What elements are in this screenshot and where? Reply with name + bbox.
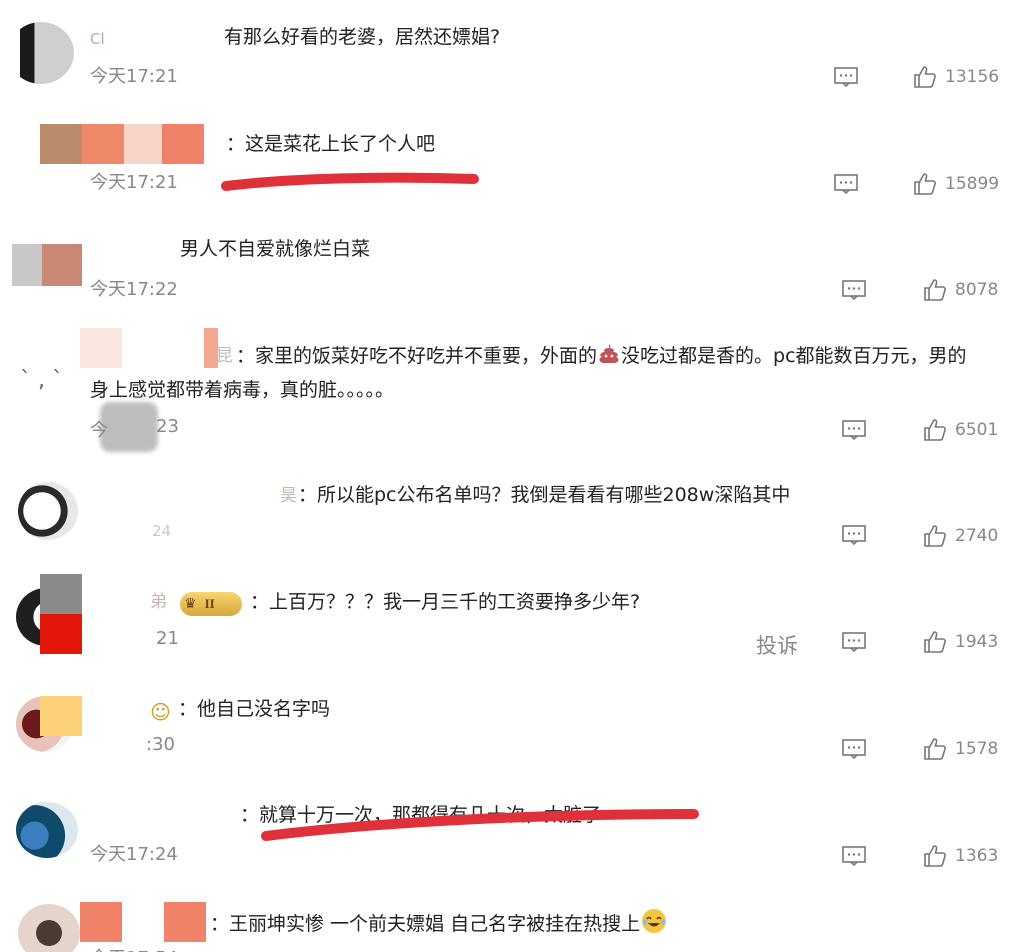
timestamp: 今天17:21 — [90, 66, 178, 87]
thumbs-up-icon — [924, 845, 946, 867]
avatar[interactable] — [18, 904, 80, 952]
like-count: 8078 — [955, 280, 999, 300]
timestamp: 24 — [152, 522, 172, 540]
thumbs-up-icon — [914, 66, 936, 88]
comment-row: 男人不自爱就像烂白菜 今天17:22 8078 — [0, 214, 1028, 320]
timestamp: 今天17:54 — [90, 944, 178, 952]
like-button[interactable]: 15899 — [913, 172, 999, 196]
commenter-name[interactable]: 昆 — [216, 343, 233, 369]
thumbs-up-icon — [924, 738, 946, 760]
comment-text-part: ：家里的饭菜好吃不好吃并不重要，外面的 — [236, 345, 598, 367]
red-annotation-stroke — [221, 172, 479, 191]
reply-icon[interactable] — [834, 174, 858, 194]
like-button[interactable]: 1943 — [923, 630, 998, 654]
comment-text: ：王丽坤实惨 一个前夫嫖娼 自己名字被挂在热搜上 — [210, 908, 668, 941]
timestamp: 今天17:24 — [90, 844, 178, 865]
reply-icon[interactable] — [842, 280, 866, 300]
like-button[interactable]: 6501 — [923, 418, 998, 442]
comment-row: ☺ ：他自己没名字吗 :30 1578 — [0, 676, 1028, 784]
thumbs-up-icon — [914, 173, 936, 195]
avatar-mosaic — [40, 696, 82, 736]
comment-row: 昊 ：所以能pc公布名单吗？我倒是看看有哪些208w深陷其中 24 2740 — [0, 460, 1028, 568]
reply-icon[interactable] — [842, 420, 866, 440]
avatar[interactable] — [18, 482, 78, 540]
comment-text-part: ：王丽坤实惨 一个前夫嫖娼 自己名字被挂在热搜上 — [210, 913, 641, 935]
comment-text: 有那么好看的老婆，居然还嫖娼? — [224, 26, 501, 48]
avatar[interactable] — [8, 22, 74, 84]
timestamp: 今天17:21 — [90, 172, 178, 193]
comment-text-line2: 身上感觉都带着病毒，真的脏。。。。。 — [90, 379, 395, 401]
laughing-emoji-icon — [640, 908, 668, 941]
avatar-blur — [100, 402, 158, 452]
comment-text: ：这是菜花上长了个人吧 — [226, 133, 436, 155]
reply-icon[interactable] — [842, 846, 866, 866]
like-count: 1578 — [955, 739, 999, 759]
timestamp-suffix: 23 — [156, 416, 179, 437]
avatar-mosaic — [40, 574, 82, 654]
reply-icon[interactable] — [842, 525, 866, 545]
like-count: 15899 — [945, 174, 1000, 194]
comment-text-part: 没吃过都是香的。pc都能数百万元，男的 — [621, 345, 967, 367]
like-button[interactable]: 8078 — [923, 278, 998, 302]
commenter-name[interactable]: 弟 — [150, 589, 167, 615]
timestamp: 今天17:22 — [90, 279, 178, 300]
thumbs-up-icon — [924, 525, 946, 547]
thumbs-up-icon — [924, 419, 946, 441]
timestamp: 今 — [90, 420, 108, 441]
like-button[interactable]: 13156 — [913, 65, 999, 89]
comment-text: ：他自己没名字吗 — [178, 698, 331, 720]
like-count: 13156 — [945, 67, 1000, 87]
comment-row: 弟 ♛ II ：上百万？？？我一月三千的工资要挣多少年? 21 投诉 1943 — [0, 568, 1028, 676]
level-badge-text: II — [204, 596, 215, 611]
timestamp: :30 — [146, 734, 175, 755]
avatar[interactable] — [12, 244, 82, 286]
like-count: 1943 — [955, 632, 999, 652]
timestamp: 21 — [156, 628, 179, 649]
report-button[interactable]: 投诉 — [756, 630, 798, 660]
thumbs-up-icon — [924, 279, 946, 301]
avatar[interactable] — [80, 328, 218, 368]
like-count: 6501 — [955, 420, 999, 440]
commenter-name[interactable]: 昊 — [280, 483, 297, 509]
comment-row: ：王丽坤实惨 一个前夫嫖娼 自己名字被挂在热搜上 今天17:54 — [0, 892, 1028, 952]
avatar-fragment: ` , ` — [20, 368, 63, 393]
comment-text: ：上百万？？？我一月三千的工资要挣多少年? — [250, 591, 641, 613]
poop-emoji-icon — [597, 342, 621, 371]
avatar-mosaic — [80, 902, 206, 942]
comment-text: ：所以能pc公布名单吗？我倒是看看有哪些208w深陷其中 — [298, 484, 791, 506]
user-badge-icon: ☺ — [150, 700, 171, 724]
like-button[interactable]: 1363 — [923, 844, 998, 868]
comment-text: 男人不自爱就像烂白菜 — [180, 238, 371, 260]
red-annotation-stroke — [261, 809, 699, 841]
reply-icon[interactable] — [842, 632, 866, 652]
avatar[interactable] — [16, 802, 78, 858]
comment-row: ：就算十万一次，那都得有几十次，太脏了 今天17:24 1363 — [0, 784, 1028, 892]
comment-row: ：这是菜花上长了个人吧 今天17:21 15899 — [0, 106, 1028, 214]
comment-text: ：家里的饭菜好吃不好吃并不重要，外面的 没吃过都是香的。pc都能数百万元，男的 — [236, 342, 967, 371]
reply-icon[interactable] — [842, 739, 866, 759]
reply-icon[interactable] — [834, 67, 858, 87]
level-badge: ♛ II — [180, 592, 242, 616]
thumbs-up-icon — [924, 631, 946, 653]
comment-row: Cl 有那么好看的老婆，居然还嫖娼? 今天17:21 13156 — [0, 0, 1028, 106]
commenter-name[interactable]: Cl — [90, 26, 105, 52]
like-button[interactable]: 2740 — [923, 524, 998, 548]
like-count: 1363 — [955, 846, 999, 866]
like-button[interactable]: 1578 — [923, 737, 998, 761]
crown-icon: ♛ — [184, 596, 197, 612]
comment-row: ` , ` 昆 ：家里的饭菜好吃不好吃并不重要，外面的 没吃过都是香的。pc都能数… — [0, 320, 1028, 460]
avatar[interactable] — [40, 124, 204, 164]
like-count: 2740 — [955, 526, 999, 546]
